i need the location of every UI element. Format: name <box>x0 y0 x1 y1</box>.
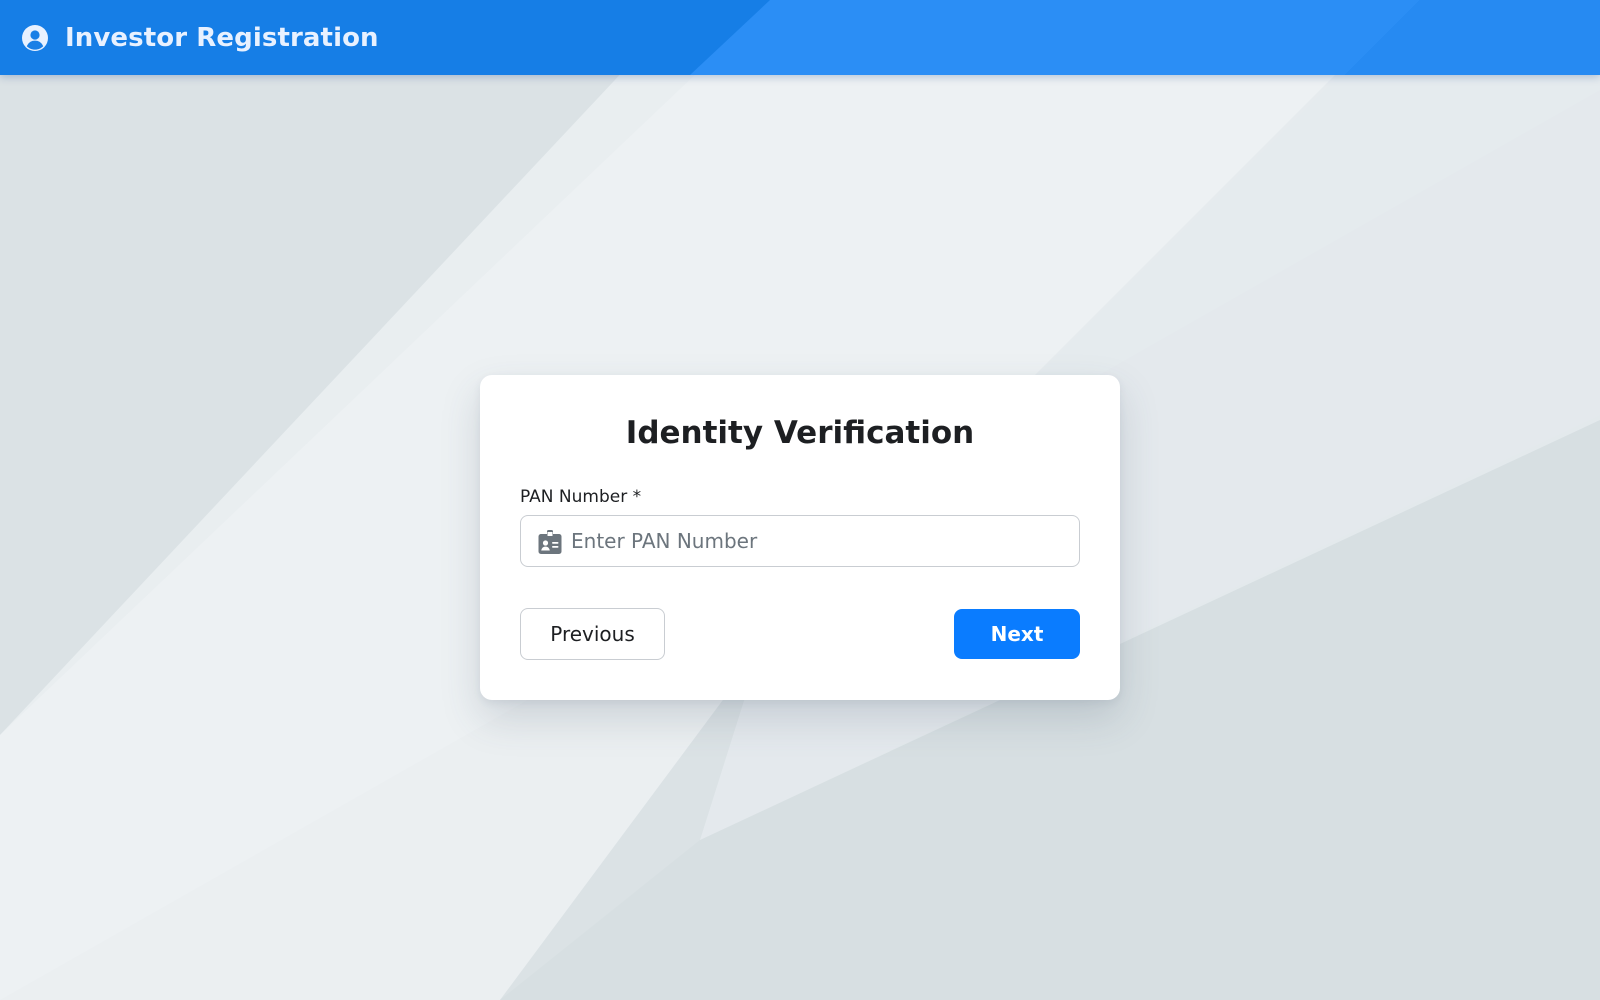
next-button[interactable]: Next <box>954 609 1080 659</box>
user-circle-icon <box>21 24 49 52</box>
header-brand: Investor Registration <box>21 0 379 75</box>
pan-number-label: PAN Number * <box>520 487 642 507</box>
app-title: Investor Registration <box>65 22 379 53</box>
pan-input-wrapper[interactable] <box>520 515 1080 567</box>
form-title: Identity Verification <box>625 415 975 451</box>
id-badge-icon <box>537 529 563 555</box>
app-header: Investor Registration <box>0 0 1600 75</box>
identity-verification-card: Identity Verification PAN Number * Previ… <box>480 375 1120 700</box>
previous-button[interactable]: Previous <box>520 608 665 660</box>
pan-number-input[interactable] <box>571 516 1071 566</box>
